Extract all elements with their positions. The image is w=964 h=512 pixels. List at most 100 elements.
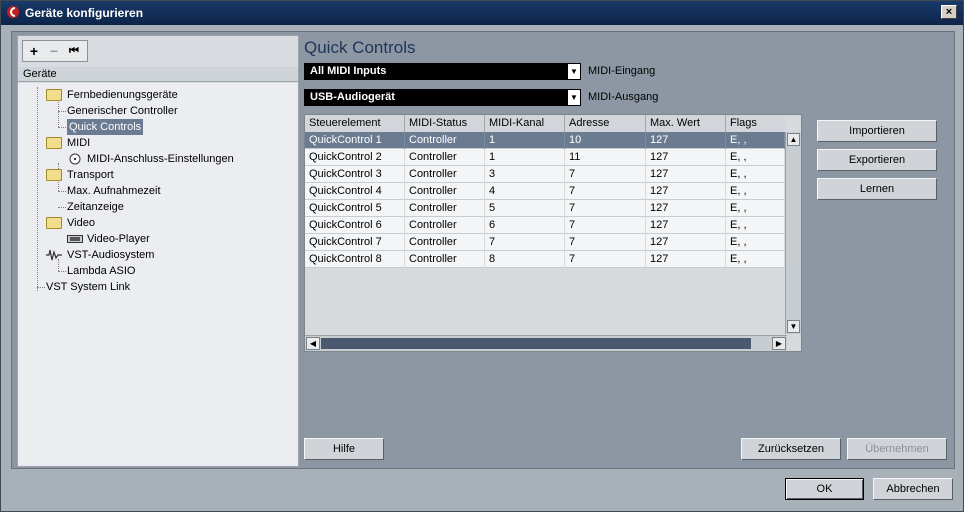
cell-flags[interactable]: E, , xyxy=(726,200,785,217)
tree-item-generischer-controller[interactable]: Generischer Controller xyxy=(67,103,267,119)
cell-midi-status[interactable]: Controller xyxy=(405,251,485,268)
cell-adresse[interactable]: 11 xyxy=(565,149,646,166)
cell-midi-kanal[interactable]: 1 xyxy=(485,149,565,166)
ok-button[interactable]: OK xyxy=(785,478,864,500)
cell-flags[interactable]: E, , xyxy=(726,234,785,251)
cell-max-wert[interactable]: 127 xyxy=(646,183,726,200)
table-row[interactable]: QuickControl 2 Controller 1 11 127 E, , xyxy=(305,149,785,166)
cell-adresse[interactable]: 7 xyxy=(565,166,646,183)
cell-midi-status[interactable]: Controller xyxy=(405,234,485,251)
cell-midi-status[interactable]: Controller xyxy=(405,166,485,183)
cell-flags[interactable]: E, , xyxy=(726,149,785,166)
cell-midi-kanal[interactable]: 6 xyxy=(485,217,565,234)
title-bar[interactable]: Geräte konfigurieren × xyxy=(1,1,963,25)
column-header-steuerelement[interactable]: Steuerelement xyxy=(305,115,405,132)
tree-item-max-aufnahmezeit[interactable]: Max. Aufnahmezeit xyxy=(67,183,267,199)
table-row[interactable]: QuickControl 4 Controller 4 7 127 E, , xyxy=(305,183,785,200)
cell-steuerelement[interactable]: QuickControl 8 xyxy=(305,251,405,268)
export-button[interactable]: Exportieren xyxy=(817,149,937,171)
tree-item-midi[interactable]: MIDI xyxy=(46,135,246,151)
cell-midi-kanal[interactable]: 5 xyxy=(485,200,565,217)
cell-max-wert[interactable]: 127 xyxy=(646,132,726,149)
cell-max-wert[interactable]: 127 xyxy=(646,217,726,234)
cell-adresse[interactable]: 7 xyxy=(565,234,646,251)
help-button[interactable]: Hilfe xyxy=(304,438,384,460)
scrollbar-thumb[interactable] xyxy=(321,338,751,349)
table-row[interactable]: QuickControl 5 Controller 5 7 127 E, , xyxy=(305,200,785,217)
cell-midi-status[interactable]: Controller xyxy=(405,149,485,166)
cell-midi-status[interactable]: Controller xyxy=(405,132,485,149)
cell-steuerelement[interactable]: QuickControl 5 xyxy=(305,200,405,217)
reset-button[interactable]: Zurücksetzen xyxy=(741,438,841,460)
cell-midi-kanal[interactable]: 1 xyxy=(485,132,565,149)
cell-midi-kanal[interactable]: 4 xyxy=(485,183,565,200)
vertical-scrollbar[interactable]: ▲ ▼ xyxy=(785,132,801,334)
cell-max-wert[interactable]: 127 xyxy=(646,234,726,251)
scroll-right-icon[interactable]: ▶ xyxy=(772,337,786,350)
cell-steuerelement[interactable]: QuickControl 6 xyxy=(305,217,405,234)
cell-max-wert[interactable]: 127 xyxy=(646,149,726,166)
cell-flags[interactable]: E, , xyxy=(726,132,785,149)
table-row[interactable]: QuickControl 6 Controller 6 7 127 E, , xyxy=(305,217,785,234)
tree-item-label: MIDI-Anschluss-Einstellungen xyxy=(87,153,234,165)
cell-flags[interactable]: E, , xyxy=(726,251,785,268)
cell-steuerelement[interactable]: QuickControl 3 xyxy=(305,166,405,183)
tree-item-midi-anschluss-einstellungen[interactable]: MIDI-Anschluss-Einstellungen xyxy=(67,151,287,167)
column-header-adresse[interactable]: Adresse xyxy=(565,115,646,132)
cell-midi-kanal[interactable]: 8 xyxy=(485,251,565,268)
tree-item-transport[interactable]: Transport xyxy=(46,167,246,183)
cell-midi-status[interactable]: Controller xyxy=(405,183,485,200)
midi-output-select[interactable]: USB-Audiogerät ▼ xyxy=(304,89,581,106)
cell-steuerelement[interactable]: QuickControl 4 xyxy=(305,183,405,200)
column-header-flags[interactable]: Flags xyxy=(726,115,785,132)
cell-flags[interactable]: E, , xyxy=(726,166,785,183)
reset-device-button[interactable]: ⏮ xyxy=(65,43,83,59)
scroll-up-icon[interactable]: ▲ xyxy=(787,133,800,146)
tree-item-zeitanzeige[interactable]: Zeitanzeige xyxy=(67,199,267,215)
cell-midi-kanal[interactable]: 7 xyxy=(485,234,565,251)
column-header-midi-status[interactable]: MIDI-Status xyxy=(405,115,485,132)
tree-item-vst-system-link[interactable]: VST System Link xyxy=(46,279,246,295)
cell-adresse[interactable]: 10 xyxy=(565,132,646,149)
scroll-down-icon[interactable]: ▼ xyxy=(787,320,800,333)
column-header-max-wert[interactable]: Max. Wert xyxy=(646,115,726,132)
cell-midi-kanal[interactable]: 3 xyxy=(485,166,565,183)
cell-max-wert[interactable]: 127 xyxy=(646,251,726,268)
cell-adresse[interactable]: 7 xyxy=(565,200,646,217)
cell-flags[interactable]: E, , xyxy=(726,183,785,200)
tree-item-vst-audiosystem[interactable]: VST-Audiosystem xyxy=(46,247,246,263)
import-button[interactable]: Importieren xyxy=(817,120,937,142)
cell-adresse[interactable]: 7 xyxy=(565,251,646,268)
close-button[interactable]: × xyxy=(941,5,957,19)
apply-button[interactable]: Übernehmen xyxy=(847,438,947,460)
tree-item-video[interactable]: Video xyxy=(46,215,246,231)
cell-max-wert[interactable]: 127 xyxy=(646,166,726,183)
tree-item-fernbedienungsgeraete[interactable]: Fernbedienungsgeräte xyxy=(46,87,246,103)
table-row[interactable]: QuickControl 3 Controller 3 7 127 E, , xyxy=(305,166,785,183)
table-row[interactable]: QuickControl 8 Controller 8 7 127 E, , xyxy=(305,251,785,268)
tree-item-video-player[interactable]: Video-Player xyxy=(67,231,267,247)
cell-flags[interactable]: E, , xyxy=(726,217,785,234)
add-device-button[interactable]: + xyxy=(25,43,43,59)
tree-item-quick-controls[interactable]: Quick Controls xyxy=(67,119,267,135)
cell-midi-status[interactable]: Controller xyxy=(405,217,485,234)
cell-max-wert[interactable]: 127 xyxy=(646,200,726,217)
cell-adresse[interactable]: 7 xyxy=(565,217,646,234)
midi-input-select[interactable]: All MIDI Inputs ▼ xyxy=(304,63,581,80)
learn-button[interactable]: Lernen xyxy=(817,178,937,200)
cell-midi-status[interactable]: Controller xyxy=(405,200,485,217)
horizontal-scrollbar[interactable]: ◀ ▶ xyxy=(305,335,787,351)
tree-item-lambda-asio[interactable]: Lambda ASIO xyxy=(67,263,267,279)
tree-item-label: VST System Link xyxy=(46,281,131,293)
column-header-midi-kanal[interactable]: MIDI-Kanal xyxy=(485,115,565,132)
folder-icon xyxy=(46,89,62,101)
scroll-left-icon[interactable]: ◀ xyxy=(306,337,320,350)
cancel-button[interactable]: Abbrechen xyxy=(873,478,953,500)
table-row[interactable]: QuickControl 1 Controller 1 10 127 E, , xyxy=(305,132,785,149)
cell-steuerelement[interactable]: QuickControl 1 xyxy=(305,132,405,149)
cell-steuerelement[interactable]: QuickControl 7 xyxy=(305,234,405,251)
cell-adresse[interactable]: 7 xyxy=(565,183,646,200)
table-row[interactable]: QuickControl 7 Controller 7 7 127 E, , xyxy=(305,234,785,251)
remove-device-button[interactable]: − xyxy=(45,43,63,59)
cell-steuerelement[interactable]: QuickControl 2 xyxy=(305,149,405,166)
